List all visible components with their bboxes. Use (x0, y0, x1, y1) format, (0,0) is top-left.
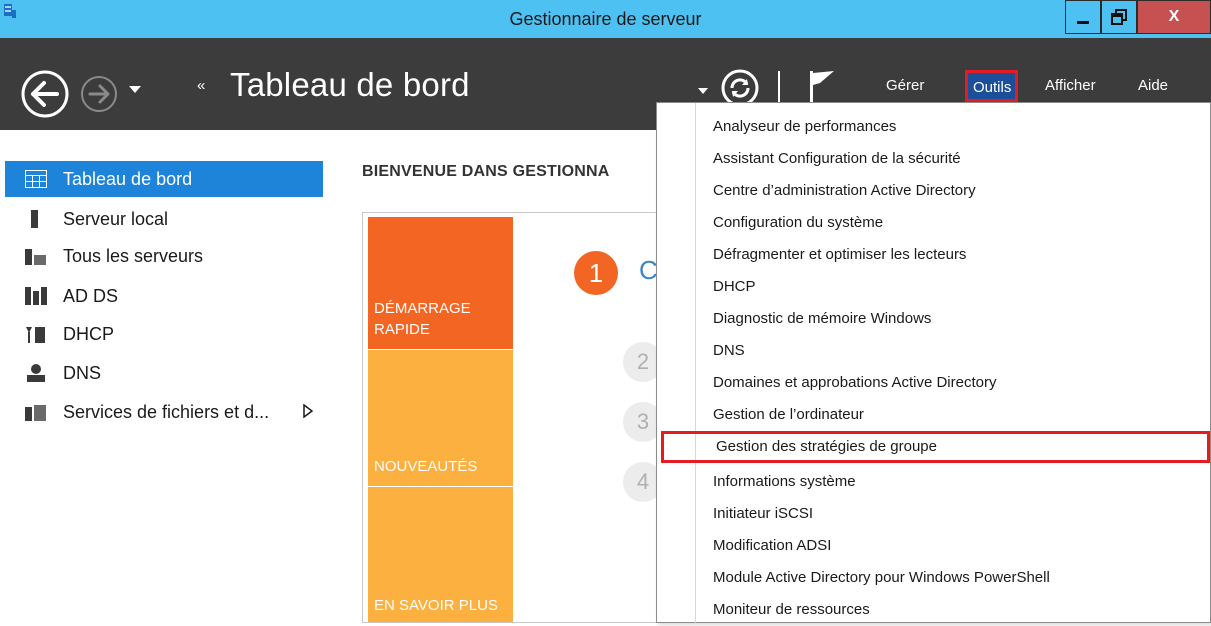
menu-item-ad-powershell-module[interactable]: Module Active Directory pour Windows Pow… (713, 562, 1050, 594)
close-button[interactable]: X (1137, 0, 1211, 34)
menu-help[interactable]: Aide (1138, 77, 1168, 94)
breadcrumb-separator: « (197, 77, 206, 94)
sidebar-item-label: Serveur local (63, 208, 169, 229)
server-icon (31, 210, 38, 228)
page-title: Tableau de bord (230, 66, 470, 103)
sidebar-item-dashboard[interactable]: Tableau de bord (5, 161, 323, 197)
sidebar-item-all-servers[interactable]: Tous les serveurs (5, 238, 323, 274)
menu-item-computer-management[interactable]: Gestion de l’ordinateur (713, 399, 864, 431)
sidebar-item-dhcp[interactable]: DHCP (5, 316, 323, 352)
tile-label: RAPIDE (374, 321, 430, 338)
menu-item-iscsi-initiator[interactable]: Initiateur iSCSI (713, 498, 813, 530)
menu-item-defragment-drives[interactable]: Défragmenter et optimiser les lecteurs (713, 239, 966, 271)
menu-item-security-configuration-wizard[interactable]: Assistant Configuration de la sécurité (713, 143, 961, 175)
menu-item-dhcp[interactable]: DHCP (713, 271, 756, 303)
file-services-icon (25, 405, 46, 421)
menu-item-adsi-edit[interactable]: Modification ADSI (713, 530, 831, 562)
menu-view[interactable]: Afficher (1045, 77, 1096, 94)
sidebar-item-label: Tableau de bord (63, 168, 193, 189)
tile-label: DÉMARRAGE (374, 300, 471, 317)
menu-item-system-information[interactable]: Informations système (713, 466, 856, 498)
sidebar-item-ad-ds[interactable]: AD DS (5, 278, 323, 314)
dhcp-icon (26, 327, 45, 343)
menu-item-group-policy-management[interactable]: Gestion des stratégies de groupe (661, 431, 1210, 463)
chevron-down-icon[interactable] (128, 84, 142, 94)
menu-item-resource-monitor[interactable]: Moniteur de ressources (713, 594, 870, 626)
sidebar-item-dns[interactable]: DNS (5, 355, 323, 391)
expand-arrow-icon[interactable] (303, 404, 313, 418)
restore-icon (1111, 9, 1127, 25)
sidebar-item-label: DHCP (63, 323, 115, 344)
back-arrow-icon[interactable] (20, 69, 70, 119)
tile-label: NOUVEAUTÉS (374, 458, 478, 475)
step-label[interactable]: C (639, 255, 658, 286)
sidebar-item-label: Tous les serveurs (63, 245, 204, 266)
close-icon: X (1168, 8, 1180, 25)
dns-icon (27, 364, 45, 382)
dashboard-icon (25, 170, 47, 188)
menu-tools[interactable]: Outils (965, 70, 1019, 102)
tile-quick-start[interactable]: DÉMARRAGE RAPIDE (368, 217, 513, 349)
menu-item-performance-analyzer[interactable]: Analyseur de performances (713, 111, 896, 143)
menu-item-system-configuration[interactable]: Configuration du système (713, 207, 883, 239)
menu-gutter (695, 103, 696, 624)
tile-label: EN SAVOIR PLUS (374, 597, 498, 614)
notifications-flag-icon[interactable] (808, 69, 836, 105)
tools-dropdown-menu: Analyseur de performances Assistant Conf… (656, 102, 1211, 626)
menu-item-ad-domains-trusts[interactable]: Domaines et approbations Active Director… (713, 367, 996, 399)
servers-icon (25, 249, 46, 265)
menu-item-memory-diagnostic[interactable]: Diagnostic de mémoire Windows (713, 303, 931, 335)
welcome-panel: DÉMARRAGE RAPIDE NOUVEAUTÉS EN SAVOIR PL… (362, 212, 662, 623)
window-title: Gestionnaire de serveur (509, 9, 702, 29)
minimize-button[interactable] (1065, 0, 1101, 34)
menu-manage[interactable]: Gérer (886, 77, 924, 94)
minimize-icon (1077, 21, 1089, 24)
chevron-down-icon[interactable] (697, 86, 709, 96)
header-separator (778, 71, 780, 103)
restore-button[interactable] (1101, 0, 1137, 34)
sidebar: Tableau de bord Serveur local Tous les s… (0, 130, 330, 623)
tile-learn-more[interactable]: EN SAVOIR PLUS (368, 487, 513, 622)
tile-whats-new[interactable]: NOUVEAUTÉS (368, 350, 513, 486)
sidebar-item-local-server[interactable]: Serveur local (5, 201, 323, 237)
forward-arrow-icon[interactable] (79, 74, 119, 114)
ad-ds-icon (25, 287, 47, 305)
sidebar-item-label: AD DS (63, 285, 119, 306)
menu-item-dns[interactable]: DNS (713, 335, 745, 367)
sidebar-item-label: DNS (63, 362, 102, 383)
welcome-heading: BIENVENUE DANS GESTIONNA (362, 163, 610, 180)
menu-item-ad-admin-center[interactable]: Centre d’administration Active Directory (713, 175, 976, 207)
step-number: 1 (574, 251, 618, 295)
sidebar-item-file-services[interactable]: Services de fichiers et d... (5, 394, 323, 430)
title-bar: Gestionnaire de serveur X (0, 0, 1211, 38)
sidebar-item-label: Services de fichiers et d... (63, 401, 270, 422)
